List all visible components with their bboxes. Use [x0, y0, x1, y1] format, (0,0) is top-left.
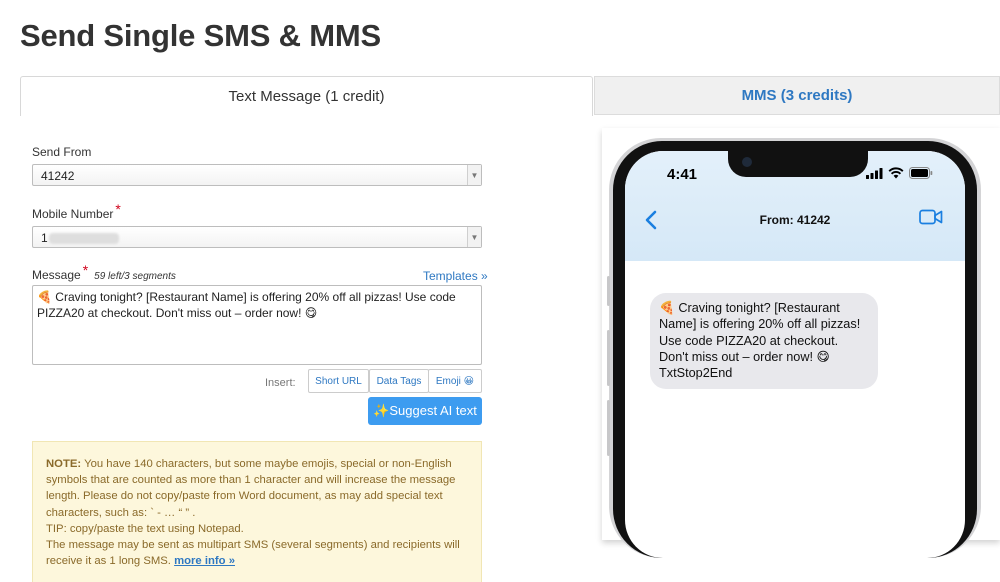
insert-label: Insert: [265, 377, 296, 389]
tab-mms[interactable]: MMS (3 credits) [594, 76, 1000, 115]
short-url-button[interactable]: Short URL [308, 369, 369, 393]
phone-volume-down [607, 400, 610, 456]
templates-link[interactable]: Templates » [423, 269, 488, 283]
phone-notch [728, 151, 868, 177]
note-body: You have 140 characters, but some maybe … [46, 458, 456, 519]
dropdown-arrow-icon: ▼ [467, 165, 481, 185]
message-label: Message * 59 left/3 segments [32, 262, 176, 282]
more-info-link[interactable]: more info » [174, 555, 235, 567]
bubble-text: 🍕 Craving tonight? [Restaurant Name] is … [659, 301, 861, 364]
emoji-button[interactable]: Emoji 😀 [428, 369, 482, 393]
mobile-number-select[interactable]: 1 ▼ [32, 226, 482, 248]
send-from-label: Send From [32, 145, 92, 159]
segments-info: 59 left/3 segments [94, 271, 176, 282]
status-time: 4:41 [667, 166, 698, 183]
tab-text-message-label: Text Message (1 credit) [228, 88, 385, 105]
send-from-select[interactable]: 41242 ▼ [32, 164, 482, 186]
video-camera-icon[interactable] [919, 209, 943, 230]
message-textarea[interactable]: 🍕 Craving tonight? [Restaurant Name] is … [32, 285, 482, 365]
front-camera [742, 157, 752, 167]
status-icons [866, 167, 933, 179]
dropdown-arrow-icon: ▼ [467, 227, 481, 247]
tab-mms-label: MMS (3 credits) [741, 87, 853, 104]
note-tip: TIP: copy/paste the text using Notepad. [46, 522, 244, 535]
send-from-value: 41242 [41, 169, 75, 183]
page-title: Send Single SMS & MMS [20, 18, 381, 53]
wifi-icon [888, 167, 904, 179]
battery-icon [909, 167, 933, 179]
message-bubble: 🍕 Craving tonight? [Restaurant Name] is … [650, 293, 878, 390]
note-multipart: The message may be sent as multipart SMS… [46, 539, 460, 568]
suggest-ai-text-button[interactable]: ✨Suggest AI text [368, 397, 482, 425]
conversation-contact: From: 41242 [759, 213, 831, 227]
redacted-number [48, 233, 119, 245]
required-mark: * [115, 201, 121, 217]
signal-icon [866, 167, 883, 179]
phone-mute-switch [607, 276, 610, 306]
bubble-opt-out: TxtStop2End [659, 366, 733, 381]
sms-preview-panel: 4:41 From: 41242 🍕 Craving tonight? [Res… [602, 128, 1000, 558]
tab-text-message[interactable]: Text Message (1 credit) [20, 76, 593, 116]
note-box: NOTE: You have 140 characters, but some … [32, 441, 482, 582]
mobile-number-value: 1 [41, 231, 48, 245]
note-heading: NOTE: [46, 458, 82, 470]
required-mark: * [82, 262, 89, 278]
data-tags-button[interactable]: Data Tags [369, 369, 429, 393]
phone-screen: 4:41 From: 41242 🍕 Craving tonight? [Res… [625, 151, 965, 558]
phone-volume-up [607, 330, 610, 386]
mobile-number-label: Mobile Number * [32, 201, 121, 221]
phone-frame: 4:41 From: 41242 🍕 Craving tonight? [Res… [607, 138, 981, 558]
